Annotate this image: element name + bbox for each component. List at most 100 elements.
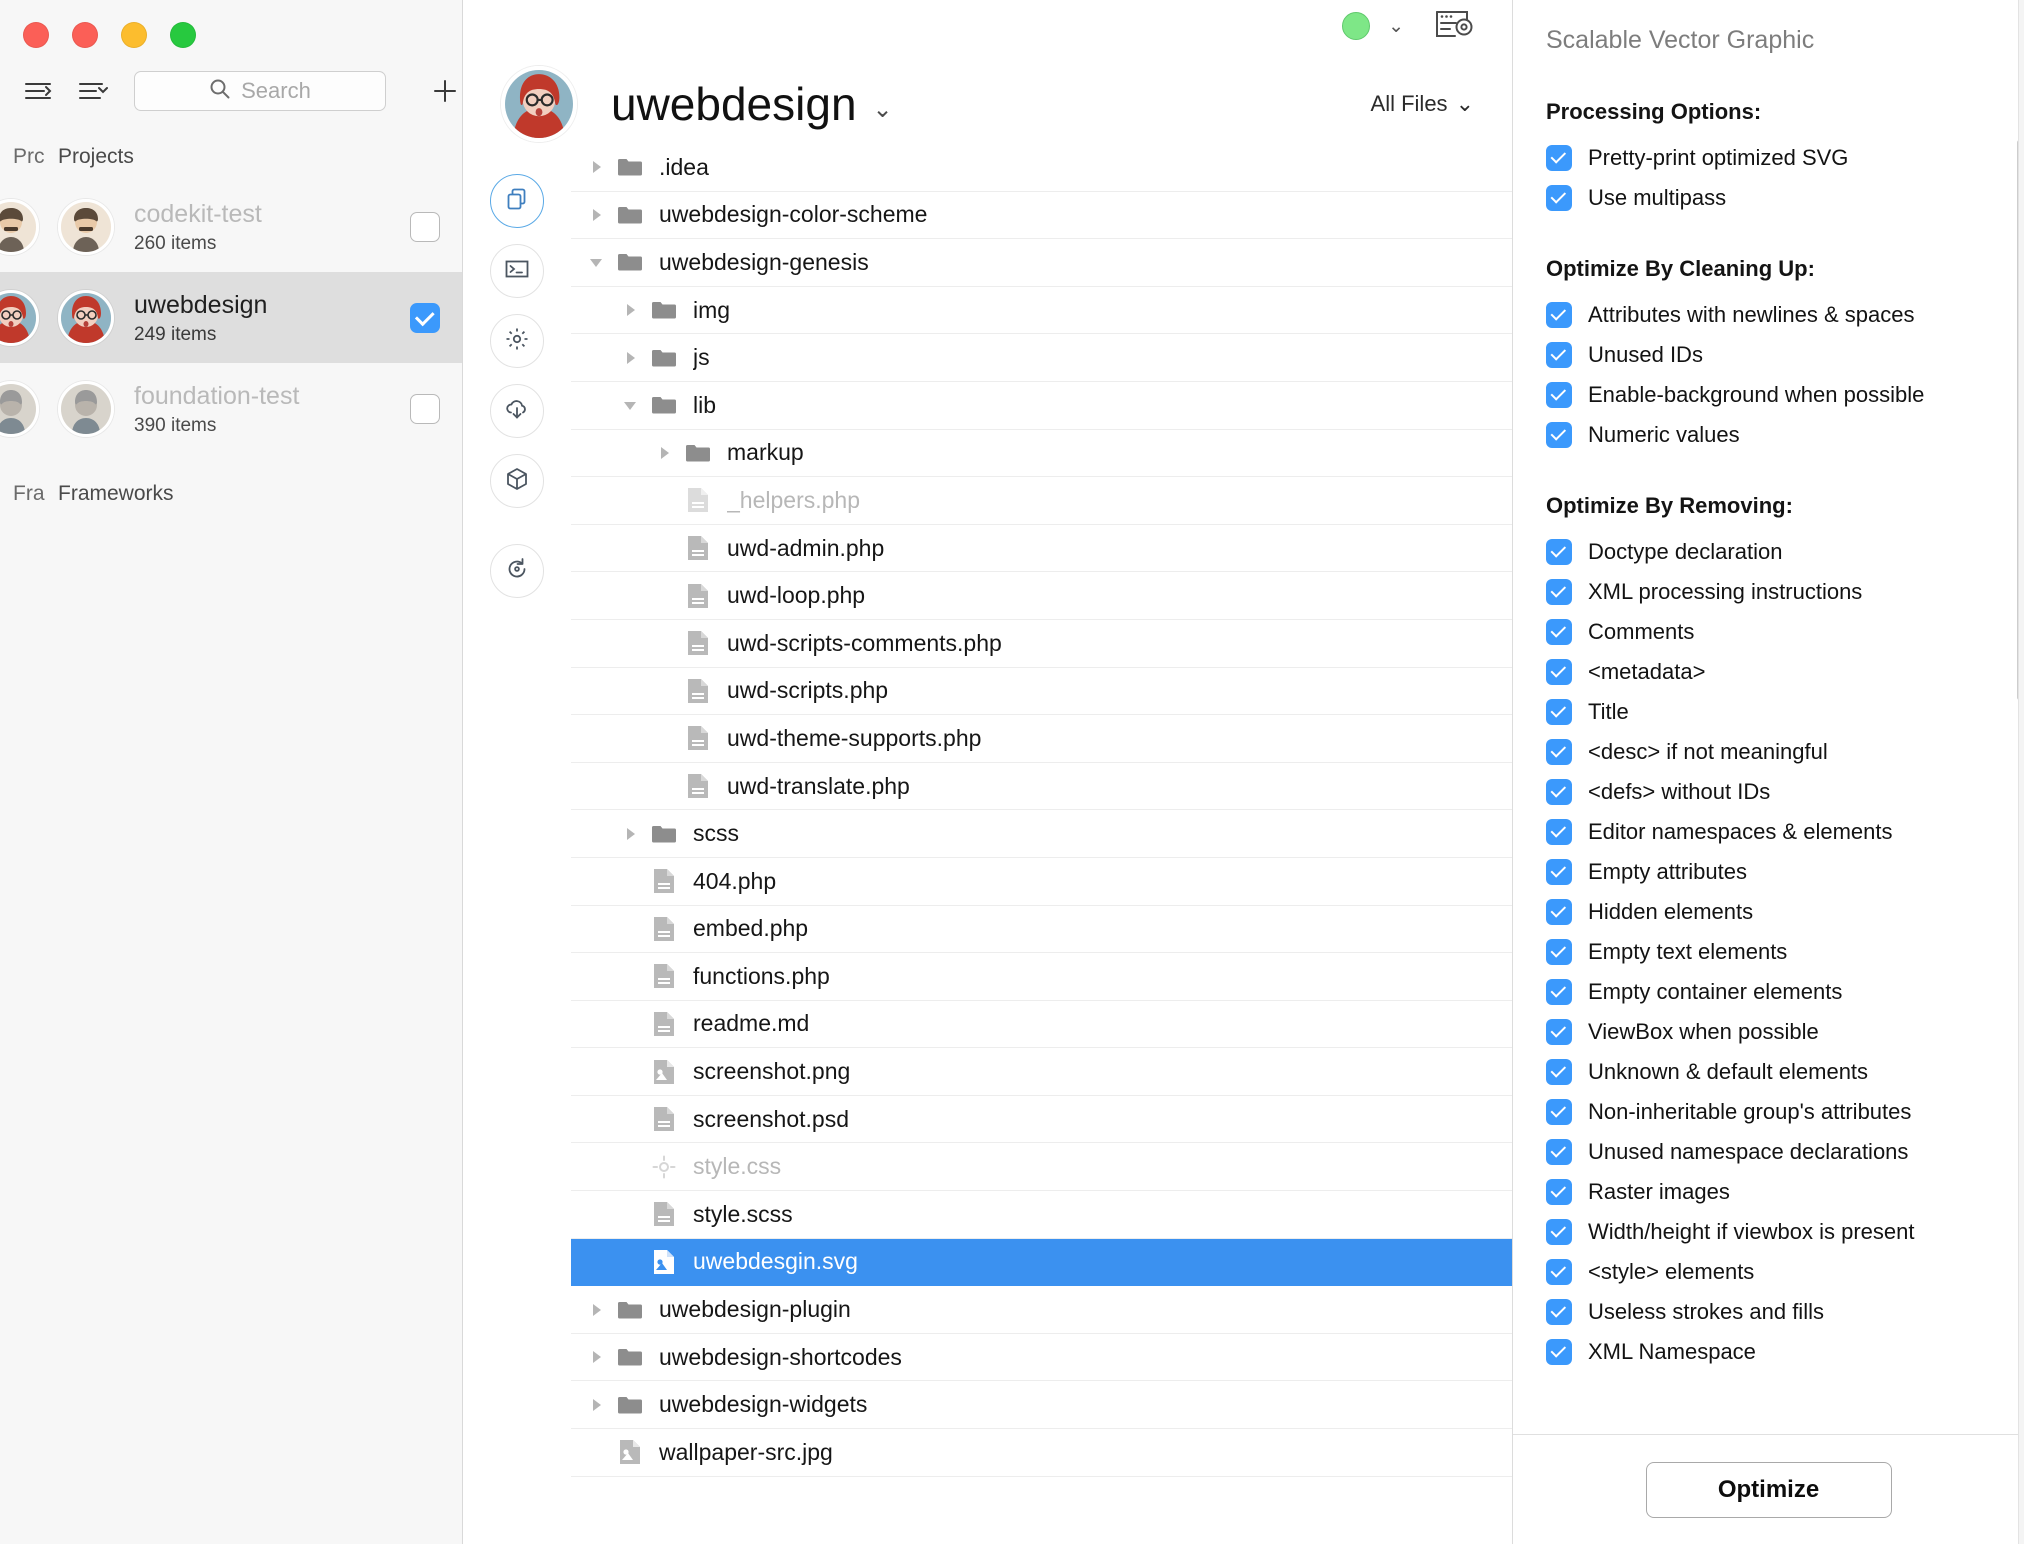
- search-input[interactable]: Search: [133, 71, 387, 111]
- inspector-option-row[interactable]: Unused namespace declarations: [1546, 1132, 2024, 1172]
- inspector-option-row[interactable]: <defs> without IDs: [1546, 772, 2024, 812]
- chevron-right-icon[interactable]: [585, 159, 607, 175]
- option-checkbox[interactable]: [1546, 1299, 1572, 1325]
- file-row[interactable]: uwd-translate.php: [571, 763, 1512, 811]
- status-chevron-down-icon[interactable]: ⌄: [1388, 15, 1404, 38]
- inspector-option-row[interactable]: Doctype declaration: [1546, 532, 2024, 572]
- inspector-option-row[interactable]: Numeric values: [1546, 415, 2024, 455]
- inspector-option-row[interactable]: Width/height if viewbox is present: [1546, 1212, 2024, 1252]
- option-checkbox[interactable]: [1546, 659, 1572, 685]
- zoom-button[interactable]: [170, 22, 196, 48]
- inspector-option-row[interactable]: Unknown & default elements: [1546, 1052, 2024, 1092]
- option-checkbox[interactable]: [1546, 185, 1572, 211]
- option-checkbox[interactable]: [1546, 1259, 1572, 1285]
- option-checkbox[interactable]: [1546, 819, 1572, 845]
- inspector-option-row[interactable]: Non-inheritable group's attributes: [1546, 1092, 2024, 1132]
- option-checkbox[interactable]: [1546, 619, 1572, 645]
- option-checkbox[interactable]: [1546, 939, 1572, 965]
- add-project-button[interactable]: [428, 74, 462, 108]
- option-checkbox[interactable]: [1546, 422, 1572, 448]
- inspector-option-row[interactable]: Raster images: [1546, 1172, 2024, 1212]
- file-row[interactable]: uwd-theme-supports.php: [571, 715, 1512, 763]
- option-checkbox[interactable]: [1546, 302, 1572, 328]
- list-sort-icon[interactable]: [76, 74, 110, 108]
- chevron-right-icon[interactable]: [585, 1302, 607, 1318]
- file-row[interactable]: uwd-scripts.php: [571, 668, 1512, 716]
- option-checkbox[interactable]: [1546, 899, 1572, 925]
- server-status-icon[interactable]: [1342, 12, 1371, 40]
- option-checkbox[interactable]: [1546, 1099, 1572, 1125]
- file-row[interactable]: functions.php: [571, 953, 1512, 1001]
- rail-settings-button[interactable]: [490, 314, 544, 368]
- option-checkbox[interactable]: [1546, 1179, 1572, 1205]
- inspector-option-row[interactable]: Pretty-print optimized SVG: [1546, 138, 2024, 178]
- chevron-right-icon[interactable]: [619, 826, 641, 842]
- chevron-right-icon[interactable]: [619, 350, 641, 366]
- file-row[interactable]: uwebdesign-plugin: [571, 1286, 1512, 1334]
- file-row[interactable]: .idea: [571, 144, 1512, 192]
- inspector-option-row[interactable]: Unused IDs: [1546, 335, 2024, 375]
- file-row[interactable]: js: [571, 334, 1512, 382]
- project-row-foundation-test[interactable]: foundation-test 390 items: [0, 363, 462, 454]
- project-row-uwebdesign[interactable]: uwebdesign 249 items: [0, 272, 462, 363]
- chevron-right-icon[interactable]: [585, 207, 607, 223]
- file-row[interactable]: embed.php: [571, 906, 1512, 954]
- project-chevron-down-icon[interactable]: ⌄: [873, 95, 893, 124]
- file-row[interactable]: uwd-loop.php: [571, 572, 1512, 620]
- file-filter-dropdown[interactable]: All Files ⌄: [1371, 91, 1474, 117]
- project-row-codekit-test[interactable]: codekit-test 260 items: [0, 181, 462, 272]
- option-checkbox[interactable]: [1546, 382, 1572, 408]
- option-checkbox[interactable]: [1546, 1019, 1572, 1045]
- list-lines-icon[interactable]: [22, 74, 56, 108]
- option-checkbox[interactable]: [1546, 342, 1572, 368]
- file-row[interactable]: uwebdesign-color-scheme: [571, 192, 1512, 240]
- file-row[interactable]: uwebdesign-shortcodes: [571, 1334, 1512, 1382]
- inspector-option-row[interactable]: Enable-background when possible: [1546, 375, 2024, 415]
- chevron-right-icon[interactable]: [653, 445, 675, 461]
- chevron-down-icon[interactable]: [619, 397, 641, 413]
- option-checkbox[interactable]: [1546, 739, 1572, 765]
- inspector-option-row[interactable]: Useless strokes and fills: [1546, 1292, 2024, 1332]
- inspector-option-row[interactable]: XML Namespace: [1546, 1332, 2024, 1372]
- close-button-secondary[interactable]: [72, 22, 98, 48]
- option-checkbox[interactable]: [1546, 979, 1572, 1005]
- option-checkbox[interactable]: [1546, 779, 1572, 805]
- file-row[interactable]: scss: [571, 810, 1512, 858]
- inspector-option-row[interactable]: Editor namespaces & elements: [1546, 812, 2024, 852]
- option-checkbox[interactable]: [1546, 1139, 1572, 1165]
- file-row[interactable]: lib: [571, 382, 1512, 430]
- chevron-right-icon[interactable]: [585, 1397, 607, 1413]
- file-row[interactable]: readme.md: [571, 1001, 1512, 1049]
- inspector-option-row[interactable]: XML processing instructions: [1546, 572, 2024, 612]
- file-row[interactable]: uwebdesign-widgets: [571, 1381, 1512, 1430]
- file-row[interactable]: uwd-scripts-comments.php: [571, 620, 1512, 668]
- chevron-right-icon[interactable]: [619, 302, 641, 318]
- option-checkbox[interactable]: [1546, 1339, 1572, 1365]
- inspector-option-row[interactable]: <style> elements: [1546, 1252, 2024, 1292]
- file-row[interactable]: 404.php: [571, 858, 1512, 906]
- rail-packages-button[interactable]: [490, 454, 544, 508]
- file-row[interactable]: screenshot.png: [571, 1048, 1512, 1096]
- file-tree[interactable]: .idea uwebdesign-color-scheme uwebdesign-g…: [571, 142, 1512, 1544]
- file-row[interactable]: markup: [571, 430, 1512, 478]
- option-checkbox[interactable]: [1546, 859, 1572, 885]
- project-checkbox[interactable]: [410, 394, 440, 424]
- inspector-option-row[interactable]: Empty container elements: [1546, 972, 2024, 1012]
- project-checkbox[interactable]: [410, 303, 440, 333]
- rail-terminal-button[interactable]: [490, 244, 544, 298]
- chevron-down-icon[interactable]: [585, 254, 607, 270]
- inspector-option-row[interactable]: Comments: [1546, 612, 2024, 652]
- minimize-button[interactable]: [121, 22, 147, 48]
- option-checkbox[interactable]: [1546, 699, 1572, 725]
- file-row[interactable]: wallpaper-src.jpg: [571, 1429, 1512, 1477]
- inspector-option-row[interactable]: Title: [1546, 692, 2024, 732]
- file-row[interactable]: screenshot.psd: [571, 1096, 1512, 1144]
- project-checkbox[interactable]: [410, 212, 440, 242]
- inspector-option-row[interactable]: <desc> if not meaningful: [1546, 732, 2024, 772]
- option-checkbox[interactable]: [1546, 1219, 1572, 1245]
- option-checkbox[interactable]: [1546, 1059, 1572, 1085]
- rail-files-button[interactable]: [490, 174, 544, 228]
- inspector-option-row[interactable]: <metadata>: [1546, 652, 2024, 692]
- option-checkbox[interactable]: [1546, 579, 1572, 605]
- inspector-option-row[interactable]: Hidden elements: [1546, 892, 2024, 932]
